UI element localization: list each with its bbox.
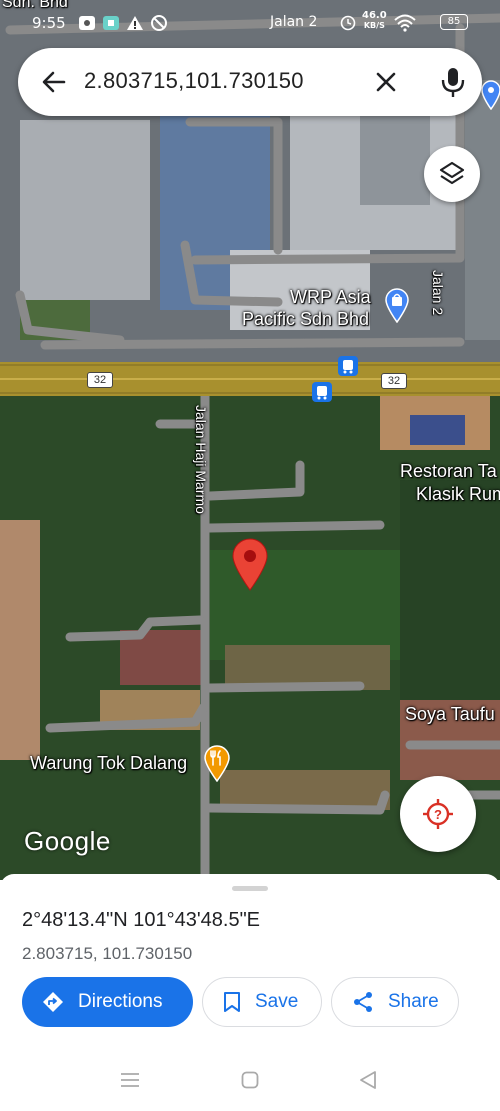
search-input[interactable]: 2.803715,101.730150 bbox=[84, 68, 304, 94]
directions-button[interactable]: Directions bbox=[22, 977, 193, 1027]
network-speed-value: 46.0 bbox=[362, 10, 387, 21]
alarm-icon bbox=[340, 15, 356, 31]
back-nav-icon[interactable] bbox=[358, 1070, 378, 1090]
status-time: 9:55 bbox=[32, 14, 66, 32]
coordinates-decimal: 2.803715, 101.730150 bbox=[22, 944, 193, 963]
google-logo: Google bbox=[24, 826, 111, 856]
share-icon bbox=[354, 992, 372, 1012]
map-label-restoran-line2[interactable]: Klasik Rum bbox=[416, 484, 500, 505]
battery-icon: 85 bbox=[440, 14, 468, 30]
close-icon[interactable] bbox=[370, 66, 402, 98]
lock-icon bbox=[151, 15, 167, 31]
bus-stop-icon[interactable] bbox=[312, 382, 332, 402]
map-view[interactable]: Sdn. Bhd WRP Asia Pacific Sdn Bhd Jalan … bbox=[0, 0, 500, 880]
wifi-icon bbox=[394, 14, 416, 32]
satellite-imagery bbox=[0, 0, 500, 880]
battery-level: 85 bbox=[447, 16, 461, 27]
map-label-restoran-line1[interactable]: Restoran Ta bbox=[400, 461, 497, 482]
microphone-icon[interactable] bbox=[436, 64, 470, 100]
route-shield-32-left: 32 bbox=[87, 372, 113, 388]
dropped-pin-icon[interactable] bbox=[231, 537, 269, 591]
map-label-jalan-haji-marmo: Jalan Haji Marmo bbox=[193, 405, 209, 514]
save-button[interactable]: Save bbox=[202, 977, 322, 1027]
status-bar: 9:55 Jalan 2 46.0 KB/S 85 bbox=[0, 0, 500, 48]
map-label-wrp-line2[interactable]: Pacific Sdn Bhd bbox=[242, 309, 369, 330]
share-button[interactable]: Share bbox=[331, 977, 459, 1027]
svg-text:?: ? bbox=[434, 807, 442, 822]
share-label: Share bbox=[388, 991, 439, 1012]
system-nav-bar bbox=[0, 1050, 500, 1111]
place-pin-icon[interactable] bbox=[481, 80, 500, 110]
drag-handle[interactable] bbox=[232, 886, 268, 891]
home-icon[interactable] bbox=[241, 1071, 259, 1089]
notification-icon bbox=[79, 16, 95, 30]
recents-menu-icon[interactable] bbox=[120, 1072, 140, 1088]
map-label-soya-taufu[interactable]: Soya Taufu bbox=[405, 704, 495, 725]
coordinates-dms: 2°48'13.4"N 101°43'48.5"E bbox=[22, 909, 261, 931]
my-location-button[interactable]: ? bbox=[400, 776, 476, 852]
bookmark-icon bbox=[224, 992, 240, 1012]
map-label-warung[interactable]: Warung Tok Dalang bbox=[30, 753, 187, 774]
map-label-wrp-line1[interactable]: WRP Asia bbox=[290, 287, 371, 308]
app-icon bbox=[103, 16, 119, 30]
network-speed: 46.0 KB/S bbox=[362, 11, 387, 31]
status-current-street: Jalan 2 bbox=[270, 14, 318, 30]
search-bar[interactable]: 2.803715,101.730150 bbox=[18, 48, 482, 116]
warning-icon bbox=[127, 16, 143, 30]
arrow-left-icon[interactable] bbox=[38, 66, 70, 98]
layers-icon bbox=[439, 161, 465, 185]
directions-label: Directions bbox=[78, 991, 163, 1012]
map-label-jalan2: Jalan 2 bbox=[430, 270, 446, 316]
route-shield-32-right: 32 bbox=[381, 373, 407, 389]
directions-icon bbox=[43, 992, 63, 1012]
restaurant-pin-icon[interactable] bbox=[203, 744, 231, 782]
location-unknown-icon: ? bbox=[423, 799, 453, 829]
save-label: Save bbox=[255, 991, 299, 1012]
shopping-place-icon[interactable] bbox=[384, 287, 410, 323]
bus-stop-icon[interactable] bbox=[338, 356, 358, 376]
layers-button[interactable] bbox=[424, 146, 480, 202]
network-speed-unit: KB/S bbox=[363, 21, 385, 30]
